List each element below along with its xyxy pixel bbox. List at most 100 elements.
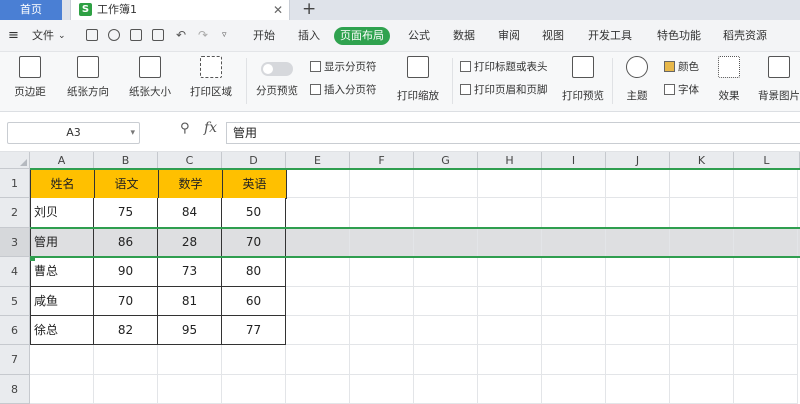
page-break-preview-toggle[interactable]: [261, 62, 293, 76]
name-box[interactable]: A3 ▾: [7, 122, 140, 144]
quick-access-more-icon[interactable]: ▿: [222, 29, 234, 41]
menu-start[interactable]: 开始: [253, 20, 275, 52]
cell[interactable]: [350, 198, 414, 228]
chevron-down-icon[interactable]: ⌄: [58, 20, 66, 52]
table-cell[interactable]: 73: [158, 257, 222, 287]
column-header[interactable]: J: [606, 152, 670, 169]
cell[interactable]: [286, 169, 350, 199]
row-header[interactable]: 7: [0, 345, 30, 375]
paper-size-button[interactable]: 纸张大小: [122, 56, 178, 99]
chevron-down-icon[interactable]: ▾: [130, 123, 135, 143]
cell[interactable]: [606, 227, 670, 258]
table-cell[interactable]: 75: [94, 198, 158, 228]
export-icon[interactable]: [108, 29, 120, 41]
cell[interactable]: [286, 345, 350, 375]
menu-review[interactable]: 审阅: [498, 20, 520, 52]
column-header[interactable]: A: [30, 152, 94, 169]
cell[interactable]: [478, 345, 542, 375]
cell[interactable]: [542, 286, 606, 316]
cell[interactable]: [286, 227, 350, 258]
print-area-button[interactable]: 打印区域: [184, 56, 238, 99]
table-cell[interactable]: 86: [94, 227, 158, 258]
row-header[interactable]: 3: [0, 227, 30, 258]
cell[interactable]: [542, 257, 606, 287]
fill-handle[interactable]: [30, 256, 35, 262]
table-cell[interactable]: 90: [94, 257, 158, 287]
table-cell[interactable]: 管用: [30, 227, 94, 258]
table-cell[interactable]: 70: [94, 286, 158, 316]
redo-icon[interactable]: ↷: [198, 29, 210, 41]
cell[interactable]: [606, 169, 670, 199]
select-all-corner[interactable]: [0, 152, 30, 169]
function-icon[interactable]: fx: [204, 120, 217, 136]
row-header[interactable]: 1: [0, 169, 30, 199]
cell[interactable]: [542, 316, 606, 346]
cell[interactable]: [670, 198, 734, 228]
cell[interactable]: [478, 198, 542, 228]
cell[interactable]: [606, 286, 670, 316]
cell[interactable]: [414, 227, 478, 258]
cell[interactable]: [350, 227, 414, 258]
cell[interactable]: [414, 286, 478, 316]
print-preview-icon[interactable]: [152, 29, 164, 41]
row-header[interactable]: 4: [0, 257, 30, 287]
column-header[interactable]: L: [734, 152, 800, 169]
row-header[interactable]: 5: [0, 286, 30, 316]
cell[interactable]: [30, 345, 94, 375]
cell[interactable]: [158, 345, 222, 375]
cell[interactable]: [542, 198, 606, 228]
table-cell[interactable]: 77: [222, 316, 286, 346]
cell[interactable]: [94, 345, 158, 375]
cell[interactable]: [286, 286, 350, 316]
margins-button[interactable]: 页边距: [10, 56, 50, 99]
cell[interactable]: [478, 257, 542, 287]
cell[interactable]: [478, 227, 542, 258]
row-header[interactable]: 6: [0, 316, 30, 346]
cell[interactable]: [734, 169, 798, 199]
cell[interactable]: [734, 198, 798, 228]
show-page-break-checkbox[interactable]: 显示分页符: [310, 60, 377, 74]
cell[interactable]: [670, 257, 734, 287]
cell[interactable]: [542, 345, 606, 375]
column-header[interactable]: K: [670, 152, 734, 169]
cell[interactable]: [542, 169, 606, 199]
table-cell[interactable]: 81: [158, 286, 222, 316]
table-cell[interactable]: 刘贝: [30, 198, 94, 228]
print-titles-button[interactable]: 打印标题或表头: [460, 60, 548, 74]
theme-font-button[interactable]: 字体: [664, 83, 699, 97]
table-cell[interactable]: 徐总: [30, 316, 94, 346]
cell[interactable]: [670, 316, 734, 346]
home-tab[interactable]: 首页: [0, 0, 62, 20]
print-scale-button[interactable]: 打印缩放: [394, 56, 442, 103]
column-header[interactable]: G: [414, 152, 478, 169]
column-header[interactable]: C: [158, 152, 222, 169]
menu-formula[interactable]: 公式: [408, 20, 430, 52]
menu-page-layout[interactable]: 页面布局: [334, 27, 390, 45]
table-cell[interactable]: 60: [222, 286, 286, 316]
row-header[interactable]: 2: [0, 198, 30, 228]
cell[interactable]: [350, 345, 414, 375]
cell[interactable]: [478, 286, 542, 316]
cell[interactable]: [350, 257, 414, 287]
theme-effect-button[interactable]: 效果: [712, 56, 746, 103]
column-header[interactable]: I: [542, 152, 606, 169]
cell[interactable]: [350, 169, 414, 199]
cell[interactable]: [286, 257, 350, 287]
table-cell[interactable]: 咸鱼: [30, 286, 94, 316]
cell[interactable]: [606, 198, 670, 228]
cell[interactable]: [478, 169, 542, 199]
table-header-cell[interactable]: 姓名: [30, 169, 95, 200]
zoom-icon[interactable]: ⚲: [180, 121, 190, 136]
column-header[interactable]: E: [286, 152, 350, 169]
print-header-footer-button[interactable]: 打印页眉和页脚: [460, 83, 548, 97]
cell[interactable]: [670, 227, 734, 258]
document-tab[interactable]: S 工作簿1 ✕: [70, 0, 290, 20]
cell[interactable]: [478, 316, 542, 346]
cell[interactable]: [222, 345, 286, 375]
cell[interactable]: [606, 316, 670, 346]
cell[interactable]: [670, 286, 734, 316]
cell[interactable]: [670, 345, 734, 375]
menu-data[interactable]: 数据: [453, 20, 475, 52]
print-icon[interactable]: [130, 29, 142, 41]
cell[interactable]: [606, 257, 670, 287]
